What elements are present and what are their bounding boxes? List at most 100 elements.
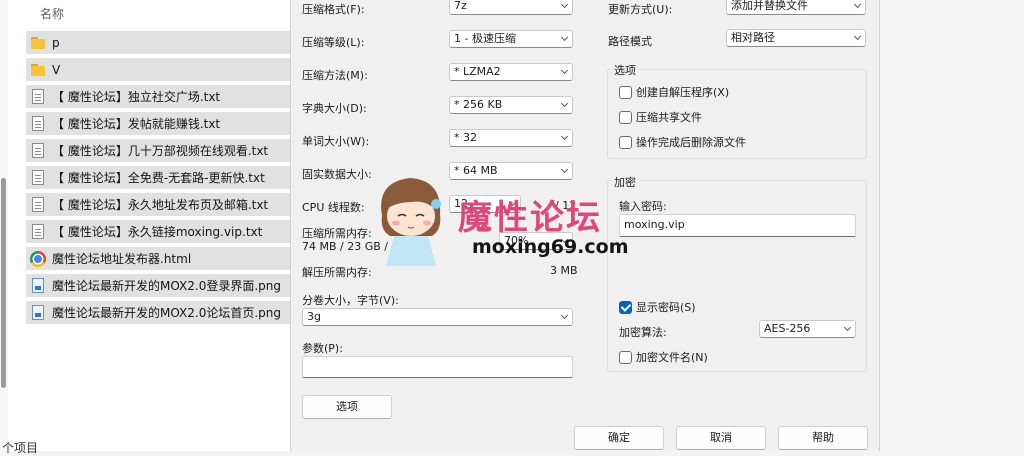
method-select[interactable]: * LZMA2 <box>449 63 573 81</box>
params-input[interactable] <box>302 356 573 378</box>
show-password-checkbox[interactable]: 显示密码(S) <box>619 299 696 315</box>
update-value: 添加并替换文件 <box>731 0 808 12</box>
file-name: 【 魔性论坛】几十万部视频在线观看.txt <box>52 144 269 158</box>
file-row[interactable]: p <box>26 31 292 54</box>
sfx-label: 创建自解压程序(X) <box>636 86 730 99</box>
params-label: 参数(P): <box>302 342 343 355</box>
watermark-url: moxing69.com <box>472 236 629 258</box>
file-row[interactable]: 【 魔性论坛】永久地址发布页及邮箱.txt <box>26 193 292 216</box>
format-select[interactable]: 7z <box>449 0 573 15</box>
options-button[interactable]: 选项 <box>302 395 392 419</box>
shared-files-label: 压缩共享文件 <box>636 111 702 124</box>
checkbox-box <box>619 135 632 149</box>
chevron-down-icon <box>853 32 862 41</box>
text-file-icon <box>32 224 44 239</box>
word-value: * 32 <box>454 131 477 144</box>
word-select[interactable]: * 32 <box>449 129 573 147</box>
show-password-label: 显示密码(S) <box>636 301 696 314</box>
file-name: 【 魔性论坛】独立社交广场.txt <box>52 90 221 104</box>
sort-chevron-icon[interactable] <box>161 0 174 5</box>
checkbox-box <box>619 350 632 364</box>
help-button[interactable]: 帮助 <box>778 426 868 450</box>
file-row[interactable]: 魔性论坛最新开发的MOX2.0登录界面.png <box>26 274 292 297</box>
mascot-girl-icon <box>381 178 441 266</box>
desktop-background <box>880 0 1024 451</box>
solid-label: 固实数据大小: <box>302 168 372 181</box>
encryption-method-select[interactable]: AES-256 <box>759 320 856 338</box>
shared-files-checkbox[interactable]: 压缩共享文件 <box>619 109 702 125</box>
password-input[interactable]: moxing.vip <box>619 214 856 237</box>
sfx-checkbox[interactable]: 创建自解压程序(X) <box>619 84 729 100</box>
file-name: 【 魔性论坛】永久链接moxing.vip.txt <box>52 225 263 239</box>
chevron-down-icon <box>560 132 569 141</box>
chevron-down-icon <box>560 99 569 108</box>
name-column-header[interactable]: 名称 <box>40 5 64 22</box>
file-row[interactable]: 【 魔性论坛】几十万部视频在线观看.txt <box>26 139 292 162</box>
update-select[interactable]: 添加并替换文件 <box>726 0 866 15</box>
explorer-scrollbar[interactable] <box>0 0 8 451</box>
text-file-icon <box>32 143 44 158</box>
ok-button[interactable]: 确定 <box>574 426 664 450</box>
file-row[interactable]: 【 魔性论坛】永久链接moxing.vip.txt <box>26 220 292 243</box>
file-name: 【 魔性论坛】永久地址发布页及邮箱.txt <box>52 198 269 212</box>
file-name: 魔性论坛最新开发的MOX2.0登录界面.png <box>52 279 281 293</box>
image-file-icon <box>32 305 44 320</box>
checkbox-box <box>619 110 632 124</box>
delete-after-checkbox[interactable]: 操作完成后删除源文件 <box>619 134 746 150</box>
folder-icon <box>30 62 46 78</box>
dict-select[interactable]: * 256 KB <box>449 96 573 114</box>
file-row[interactable]: 【 魔性论坛】独立社交广场.txt <box>26 85 292 108</box>
text-file-icon <box>32 170 44 185</box>
cpu-label: CPU 线程数: <box>302 201 365 214</box>
format-value: 7z <box>454 0 467 12</box>
path-mode-label: 路径模式 <box>608 35 652 48</box>
text-file-icon <box>32 116 44 131</box>
cancel-button[interactable]: 取消 <box>676 426 766 450</box>
folder-icon <box>30 35 46 51</box>
encrypt-names-checkbox[interactable]: 加密文件名(N) <box>619 349 708 365</box>
chevron-down-icon <box>560 33 569 42</box>
word-label: 单词大小(W): <box>302 135 370 148</box>
dict-value: * 256 KB <box>454 98 503 111</box>
method-label: 压缩方法(M): <box>302 69 368 82</box>
file-name: 魔性论坛地址发布器.html <box>52 252 192 266</box>
method-value: * LZMA2 <box>454 65 501 78</box>
file-row[interactable]: 【 魔性论坛】发帖就能赚钱.txt <box>26 112 292 135</box>
file-row[interactable]: V <box>26 58 292 81</box>
encryption-method-label: 加密算法: <box>619 326 667 339</box>
split-label: 分卷大小，字节(V): <box>302 294 399 307</box>
text-file-icon <box>32 89 44 104</box>
file-name: 【 魔性论坛】发帖就能赚钱.txt <box>52 117 221 131</box>
memory-label: 压缩所需内存: <box>302 227 372 240</box>
file-name: 魔性论坛最新开发的MOX2.0论坛首页.png <box>52 306 281 320</box>
split-value: 3g <box>307 310 321 323</box>
delete-after-label: 操作完成后删除源文件 <box>636 136 746 149</box>
image-file-icon <box>32 278 44 293</box>
level-label: 压缩等级(L): <box>302 36 365 49</box>
file-row[interactable]: 【 魔性论坛】全免费-无套路-更新快.txt <box>26 166 292 189</box>
update-label: 更新方式(U): <box>608 3 673 16</box>
encrypt-names-label: 加密文件名(N) <box>636 351 708 364</box>
text-file-icon <box>32 197 44 212</box>
checkbox-checked-icon <box>619 300 632 314</box>
dict-label: 字典大小(D): <box>302 102 367 115</box>
scrollbar-thumb[interactable] <box>1 178 6 388</box>
item-count-status: 个项目 <box>2 441 39 455</box>
chrome-icon <box>30 250 46 267</box>
decompress-memory-label: 解压所需内存: <box>302 266 372 279</box>
file-row[interactable]: 魔性论坛最新开发的MOX2.0论坛首页.png <box>26 301 292 324</box>
chevron-down-icon <box>843 323 852 332</box>
chevron-down-icon <box>560 311 569 320</box>
options-group-title: 选项 <box>611 62 639 78</box>
file-name: p <box>52 35 60 50</box>
format-label: 压缩格式(F): <box>302 3 365 16</box>
watermark: 魔性论坛 moxing69.com <box>370 170 640 270</box>
split-select[interactable]: 3g <box>302 308 573 326</box>
file-name: 【 魔性论坛】全免费-无套路-更新快.txt <box>52 171 265 185</box>
file-name: V <box>52 62 61 77</box>
level-select[interactable]: 1 - 极速压缩 <box>449 30 573 48</box>
file-explorer-pane: 名称 p V 【 魔性论坛】独立社交广场.txt 【 魔性论坛】发帖就能赚钱.t… <box>0 0 292 455</box>
path-mode-select[interactable]: 相对路径 <box>726 29 866 47</box>
encryption-method-value: AES-256 <box>764 322 811 335</box>
file-row[interactable]: 魔性论坛地址发布器.html <box>26 247 292 270</box>
